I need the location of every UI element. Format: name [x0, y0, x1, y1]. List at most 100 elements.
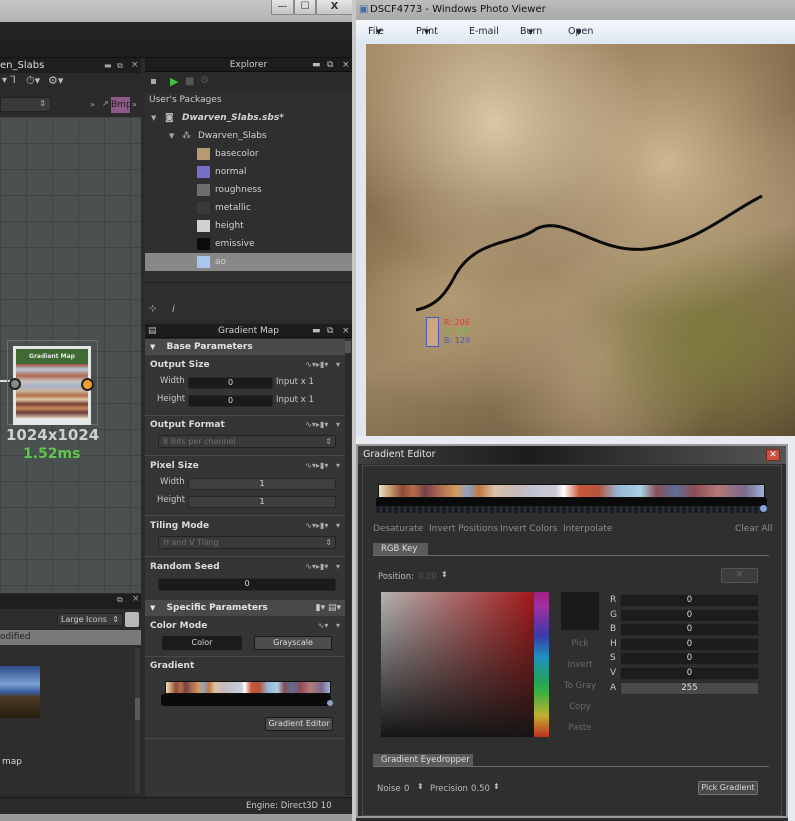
graph-tab-title[interactable]: en_Slabs — [0, 60, 44, 71]
view-mode-select[interactable]: Large Icons ⇕ — [57, 613, 123, 626]
preset-icons[interactable]: ▮▾ ▤▾ — [316, 600, 341, 616]
specific-parameters-section[interactable]: ▼ Specific Parameters ▮▾ ▤▾ — [145, 600, 345, 616]
editor-key-handle[interactable] — [760, 505, 767, 512]
gradient-key-handle[interactable] — [327, 700, 333, 706]
param-function-icons[interactable]: ∿▾▸▮▾ ▾ — [305, 360, 340, 369]
gradient-eyedropper-tab[interactable]: Gradient Eyedropper — [373, 754, 473, 766]
info-icon[interactable]: i — [172, 304, 175, 315]
pick-button[interactable]: Pick — [558, 639, 602, 649]
tree-output-basecolor[interactable]: basecolor — [145, 145, 352, 163]
expand-arrow-icon[interactable]: ▼ — [169, 127, 174, 145]
noise-spinner-icon[interactable]: ⬍ — [417, 782, 424, 791]
pin-icon[interactable]: ▬ — [312, 324, 321, 338]
pixel-height-field[interactable]: 1 — [188, 496, 336, 508]
channel-field-b[interactable]: 0 — [620, 623, 759, 637]
tree-output-metallic[interactable]: metallic — [145, 199, 352, 217]
param-function-icons[interactable]: ∿▾▸▮▾ ▾ — [305, 461, 340, 470]
precision-spinner-icon[interactable]: ⬍ — [493, 782, 500, 791]
paste-button[interactable]: Paste — [558, 723, 602, 733]
invert-positions-button[interactable]: Invert Positions — [429, 524, 498, 534]
height-field[interactable]: 0 — [188, 395, 273, 407]
channel-field-r[interactable]: 0 — [620, 594, 759, 607]
precision-field[interactable]: 0.50 — [471, 784, 490, 794]
editor-gradient-preview[interactable] — [378, 484, 765, 498]
close-icon[interactable]: × — [132, 594, 140, 604]
rgb-key-tab[interactable]: RGB Key — [373, 543, 428, 555]
hue-slider[interactable] — [534, 592, 549, 737]
random-seed-field[interactable]: 0 — [158, 578, 336, 591]
tree-output-roughness[interactable]: roughness — [145, 181, 352, 199]
minimize-button[interactable]: — — [271, 0, 294, 15]
environment-thumbnail[interactable] — [0, 666, 40, 718]
timer-icon[interactable]: ⏱▾ — [26, 74, 40, 88]
publish-icon[interactable]: ■ — [185, 76, 194, 87]
channel-field-a[interactable]: 255 — [620, 681, 759, 695]
pin-icon[interactable]: ▬ — [312, 58, 321, 72]
link-tool-icon[interactable]: ▾ ⅂ — [2, 75, 16, 86]
gradient-map-node[interactable]: Gradient Map — [13, 346, 91, 425]
tree-output-height[interactable]: height — [145, 217, 352, 235]
parameters-scrollbar[interactable] — [345, 341, 351, 795]
undock-icon[interactable]: ⧉ — [327, 58, 333, 72]
menu-email[interactable]: E-mail — [469, 20, 499, 44]
output-format-select[interactable]: 8 Bits per channel ⇕ — [158, 435, 336, 448]
gear-icon[interactable]: ⚙▾ — [48, 74, 63, 87]
invert-colors-button[interactable]: Invert Colors — [500, 524, 558, 534]
param-function-icons[interactable]: ∿▾ ▾ — [318, 621, 340, 630]
to-gray-button[interactable]: To Gray — [558, 681, 602, 691]
library-scrollbar[interactable] — [135, 648, 140, 793]
color-saturation-value-picker[interactable] — [381, 592, 534, 737]
tree-package[interactable]: ▼ ◙ Dwarven_Slabs.sbs* — [145, 109, 352, 127]
rock-photo[interactable]: R: 206 G: 165 B: 129 — [366, 44, 795, 436]
tree-output-ao[interactable]: ao — [145, 253, 352, 271]
tree-output-emissive[interactable]: emissive — [145, 235, 352, 253]
channel-field-h[interactable]: 0 — [620, 637, 759, 651]
node-output-port[interactable] — [81, 378, 94, 391]
dialog-close-button[interactable]: ✕ — [766, 449, 780, 461]
graph-combo[interactable]: ⇕ — [0, 97, 51, 112]
tree-graph[interactable]: ▼ ⁂ Dwarven_Slabs — [145, 127, 352, 145]
undock-icon[interactable]: ⧉ — [327, 324, 333, 338]
open-external-icon[interactable]: ↗ — [102, 99, 109, 108]
channel-field-g[interactable]: 0 — [620, 608, 759, 622]
pin-icon[interactable]: ▬ — [104, 58, 112, 73]
hierarchy-icon[interactable]: ⊹ — [149, 304, 157, 314]
copy-button[interactable]: Copy — [558, 702, 602, 712]
undock-icon[interactable]: ⧉ — [117, 595, 123, 605]
play-icon[interactable]: ▶ — [170, 75, 178, 88]
column-header[interactable]: odified — [0, 630, 141, 645]
channel-field-s[interactable]: 0 — [620, 652, 759, 666]
gradient-keys-track[interactable] — [161, 694, 331, 706]
param-function-icons[interactable]: ∿▾▸▮▾ ▾ — [305, 521, 340, 530]
expand-icon[interactable]: » — [132, 100, 137, 109]
view-options-button[interactable] — [125, 612, 139, 627]
close-icon[interactable]: × — [342, 324, 350, 338]
pixel-width-field[interactable]: 1 — [188, 478, 336, 490]
channel-field-v[interactable]: 0 — [620, 667, 759, 680]
param-function-icons[interactable]: ∿▾▸▮▾ ▾ — [305, 420, 340, 429]
gradient-editor-button[interactable]: Gradient Editor — [265, 717, 333, 731]
interpolate-button[interactable]: Interpolate — [563, 524, 612, 534]
width-field[interactable]: 0 — [188, 377, 273, 389]
clear-all-button[interactable]: Clear All — [735, 524, 773, 534]
expand-icon[interactable]: » — [90, 100, 95, 109]
invert-button[interactable]: Invert — [558, 660, 602, 670]
bmp-node-button[interactable]: Bmp — [111, 97, 132, 113]
position-spinner-icon[interactable]: ⬍ — [441, 570, 448, 579]
tree-output-normal[interactable]: normal — [145, 163, 352, 181]
close-button[interactable]: X — [316, 0, 353, 15]
maximize-button[interactable]: ☐ — [294, 0, 316, 15]
save-icon[interactable]: ▪ — [150, 76, 157, 87]
undock-icon[interactable]: ⧉ — [117, 58, 123, 73]
param-function-icons[interactable]: ∿▾▸▮▾ ▾ — [305, 562, 340, 571]
noise-field[interactable]: 0 — [404, 784, 409, 794]
pick-gradient-button[interactable]: Pick Gradient — [698, 781, 758, 795]
graph-canvas[interactable]: Gradient Map 1024x1024 1.52ms — [0, 117, 141, 593]
node-input-port[interactable] — [9, 378, 21, 390]
color-mode-color-button[interactable]: Color — [162, 636, 242, 650]
gradient-preview[interactable] — [165, 681, 331, 694]
position-field[interactable]: 0.00 — [418, 572, 437, 582]
delete-key-button[interactable]: ✕ — [721, 568, 758, 583]
desaturate-button[interactable]: Desaturate — [373, 524, 423, 534]
editor-key-track[interactable] — [376, 506, 767, 513]
